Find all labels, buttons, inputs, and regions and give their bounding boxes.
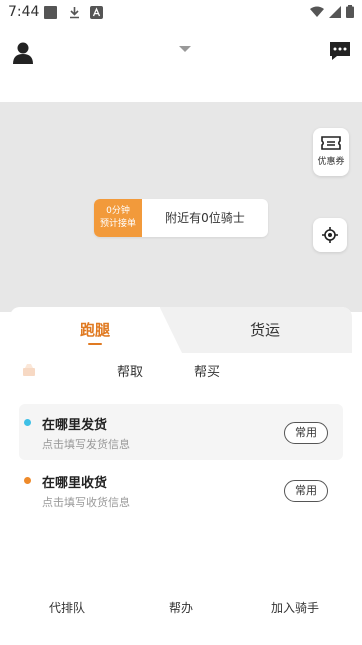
pickup-dot bbox=[24, 419, 31, 426]
tab-paotui[interactable]: 跑腿 bbox=[80, 319, 110, 340]
ticket-icon bbox=[321, 136, 341, 150]
rider-eta-time: 0分钟 bbox=[106, 206, 130, 216]
coupon-button[interactable]: 优惠券 bbox=[313, 128, 349, 176]
coupon-label: 优惠券 bbox=[317, 157, 345, 167]
wifi-icon bbox=[310, 6, 324, 17]
person-icon[interactable] bbox=[10, 40, 36, 66]
delivery-address-card[interactable]: 在哪里收货 点击填写收货信息 常用 bbox=[19, 462, 343, 518]
app-header bbox=[0, 26, 362, 102]
box-icon bbox=[23, 364, 35, 376]
rider-eta-badge: 0分钟 预计接单 bbox=[94, 199, 142, 237]
app-a-icon bbox=[90, 6, 103, 19]
locate-button[interactable] bbox=[313, 218, 347, 252]
subtab-bangqu[interactable]: 帮取 bbox=[117, 361, 143, 380]
link-queue[interactable]: 代排队 bbox=[49, 599, 85, 616]
pickup-address-card[interactable]: 在哪里发货 点击填写发货信息 常用 bbox=[19, 404, 343, 460]
status-time: 7:44 bbox=[8, 4, 40, 20]
delivery-common-button[interactable]: 常用 bbox=[284, 480, 328, 502]
signal-icon bbox=[329, 5, 341, 18]
nearby-riders-text: 附近有0位骑士 bbox=[165, 211, 245, 225]
status-bar: 7:44 bbox=[0, 0, 362, 26]
tab-active-indicator bbox=[88, 343, 102, 345]
pickup-title: 在哪里发货 bbox=[42, 418, 108, 433]
triangle-down-icon[interactable] bbox=[178, 44, 192, 54]
link-join-rider[interactable]: 加入骑手 bbox=[271, 599, 319, 616]
locate-icon bbox=[322, 227, 338, 243]
tab-huoyun[interactable]: 货运 bbox=[250, 319, 280, 340]
link-errand[interactable]: 帮办 bbox=[169, 599, 193, 616]
delivery-dot bbox=[24, 477, 31, 484]
download-icon bbox=[70, 7, 79, 19]
pickup-hint: 点击填写发货信息 bbox=[42, 438, 130, 451]
subtab-bangmai[interactable]: 帮买 bbox=[194, 361, 220, 380]
pickup-common-button[interactable]: 常用 bbox=[284, 422, 328, 444]
delivery-title: 在哪里收货 bbox=[42, 476, 108, 491]
gallery-icon bbox=[44, 6, 57, 19]
status-right bbox=[310, 5, 354, 18]
chat-bubble-icon[interactable] bbox=[328, 40, 352, 62]
battery-icon bbox=[346, 5, 354, 18]
rider-eta-caption: 预计接单 bbox=[99, 219, 136, 229]
delivery-hint: 点击填写收货信息 bbox=[42, 496, 130, 509]
nearby-riders-pill: 0分钟 预计接单 附近有0位骑士 bbox=[94, 199, 268, 237]
